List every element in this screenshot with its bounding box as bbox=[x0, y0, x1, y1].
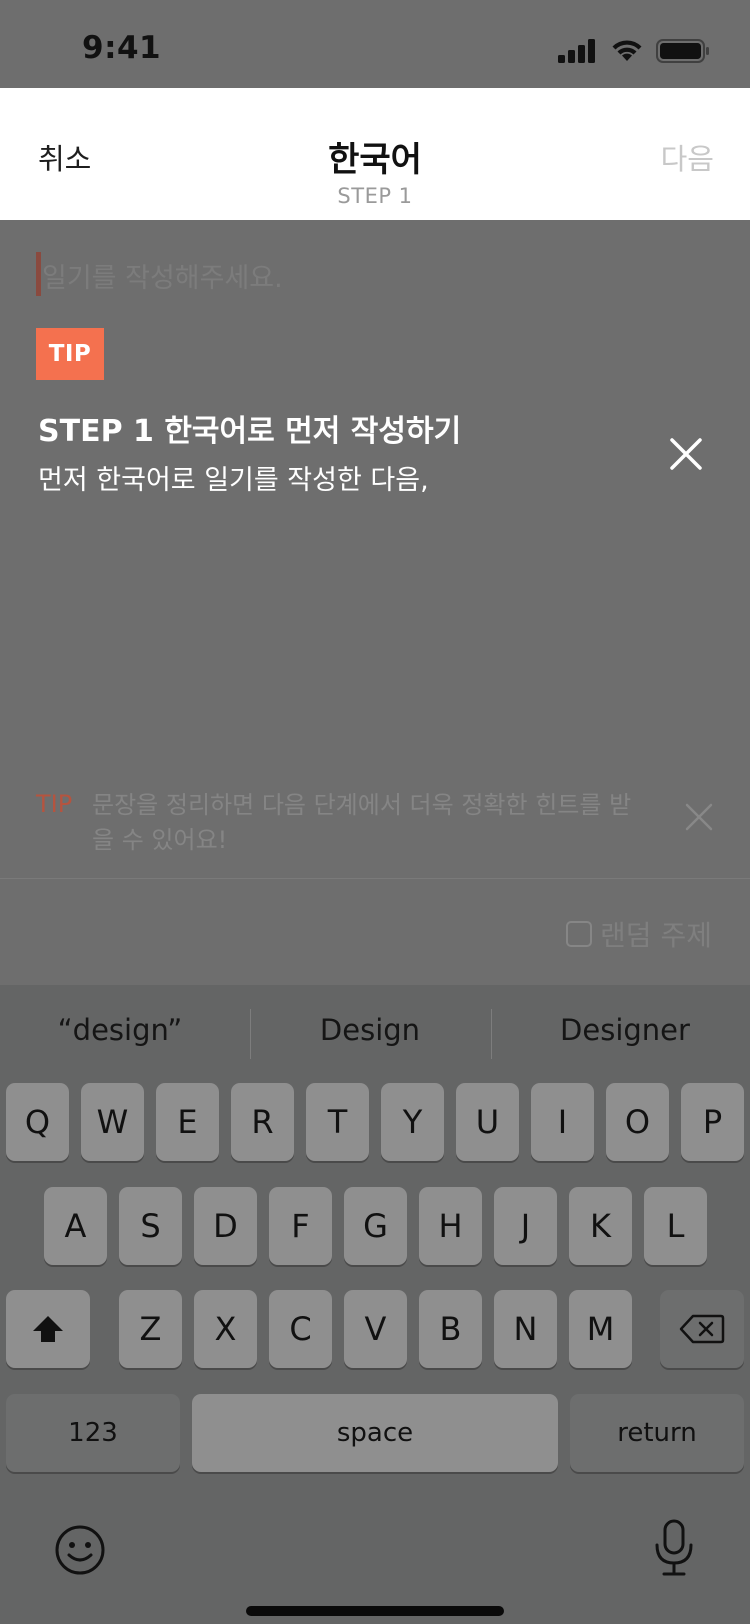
close-icon[interactable] bbox=[664, 432, 708, 476]
key-f[interactable]: F bbox=[269, 1187, 332, 1265]
key-t[interactable]: T bbox=[306, 1083, 369, 1161]
key-m[interactable]: M bbox=[569, 1290, 632, 1368]
key-l[interactable]: L bbox=[644, 1187, 707, 1265]
key-r[interactable]: R bbox=[231, 1083, 294, 1161]
key-u[interactable]: U bbox=[456, 1083, 519, 1161]
next-button[interactable]: 다음 bbox=[661, 136, 714, 178]
random-topic-toggle[interactable]: 랜덤 주제 bbox=[566, 914, 712, 954]
tip-description: 먼저 한국어로 일기를 작성한 다음, bbox=[38, 465, 429, 496]
text-cursor bbox=[36, 252, 41, 296]
key-d[interactable]: D bbox=[194, 1187, 257, 1265]
key-k[interactable]: K bbox=[569, 1187, 632, 1265]
divider bbox=[0, 878, 750, 879]
key-q[interactable]: Q bbox=[6, 1083, 69, 1161]
key-w[interactable]: W bbox=[81, 1083, 144, 1161]
tip-badge: TIP bbox=[36, 328, 104, 380]
key-n[interactable]: N bbox=[494, 1290, 557, 1368]
key-z[interactable]: Z bbox=[119, 1290, 182, 1368]
random-topic-checkbox[interactable] bbox=[566, 921, 593, 947]
step-indicator: STEP 1 bbox=[337, 184, 413, 208]
shift-key[interactable] bbox=[6, 1290, 90, 1368]
backspace-key[interactable] bbox=[660, 1290, 744, 1368]
suggestion-bar: “design” Design Designer bbox=[0, 985, 750, 1081]
status-icons bbox=[558, 36, 710, 66]
status-time: 9:41 bbox=[82, 30, 162, 66]
hint-close-icon[interactable] bbox=[684, 802, 714, 832]
key-p[interactable]: P bbox=[681, 1083, 744, 1161]
nav-header: 취소 한국어 STEP 1 다음 bbox=[0, 88, 750, 220]
tip-title: STEP 1 한국어로 먼저 작성하기 bbox=[38, 414, 462, 449]
shift-icon bbox=[33, 1316, 63, 1342]
suggestion-3[interactable]: Designer bbox=[505, 1013, 745, 1047]
key-j[interactable]: J bbox=[494, 1187, 557, 1265]
microphone-icon[interactable] bbox=[652, 1518, 696, 1578]
key-v[interactable]: V bbox=[344, 1290, 407, 1368]
suggestion-divider bbox=[491, 1009, 492, 1059]
key-c[interactable]: C bbox=[269, 1290, 332, 1368]
key-y[interactable]: Y bbox=[381, 1083, 444, 1161]
signal-icon bbox=[558, 39, 595, 63]
hint-text: 문장을 정리하면 다음 단계에서 더욱 정확한 힌트를 받을 수 있어요! bbox=[92, 791, 632, 854]
home-indicator bbox=[246, 1606, 504, 1616]
emoji-icon[interactable] bbox=[54, 1524, 106, 1576]
key-e[interactable]: E bbox=[156, 1083, 219, 1161]
key-x[interactable]: X bbox=[194, 1290, 257, 1368]
return-key[interactable]: return bbox=[570, 1394, 744, 1472]
keyboard: “design” Design Designer Q W E R T Y U I… bbox=[0, 985, 750, 1624]
key-s[interactable]: S bbox=[119, 1187, 182, 1265]
key-a[interactable]: A bbox=[44, 1187, 107, 1265]
diary-input[interactable]: 일기를 작성해주세요. bbox=[42, 256, 283, 295]
suggestion-1[interactable]: “design” bbox=[0, 1013, 240, 1047]
hint-label: TIP bbox=[36, 790, 73, 818]
key-i[interactable]: I bbox=[531, 1083, 594, 1161]
key-b[interactable]: B bbox=[419, 1290, 482, 1368]
editor-area: 일기를 작성해주세요. TIP STEP 1 한국어로 먼저 작성하기 먼저 한… bbox=[0, 220, 750, 985]
backspace-icon bbox=[679, 1314, 725, 1344]
random-topic-label: 랜덤 주제 bbox=[600, 919, 712, 952]
page-title: 한국어 bbox=[328, 140, 422, 180]
suggestion-2[interactable]: Design bbox=[250, 1013, 490, 1047]
numbers-key[interactable]: 123 bbox=[6, 1394, 180, 1472]
battery-icon bbox=[656, 39, 709, 63]
status-bar: 9:41 bbox=[0, 0, 750, 88]
space-key[interactable]: space bbox=[192, 1394, 558, 1472]
key-o[interactable]: O bbox=[606, 1083, 669, 1161]
wifi-icon bbox=[612, 40, 642, 61]
key-h[interactable]: H bbox=[419, 1187, 482, 1265]
key-g[interactable]: G bbox=[344, 1187, 407, 1265]
